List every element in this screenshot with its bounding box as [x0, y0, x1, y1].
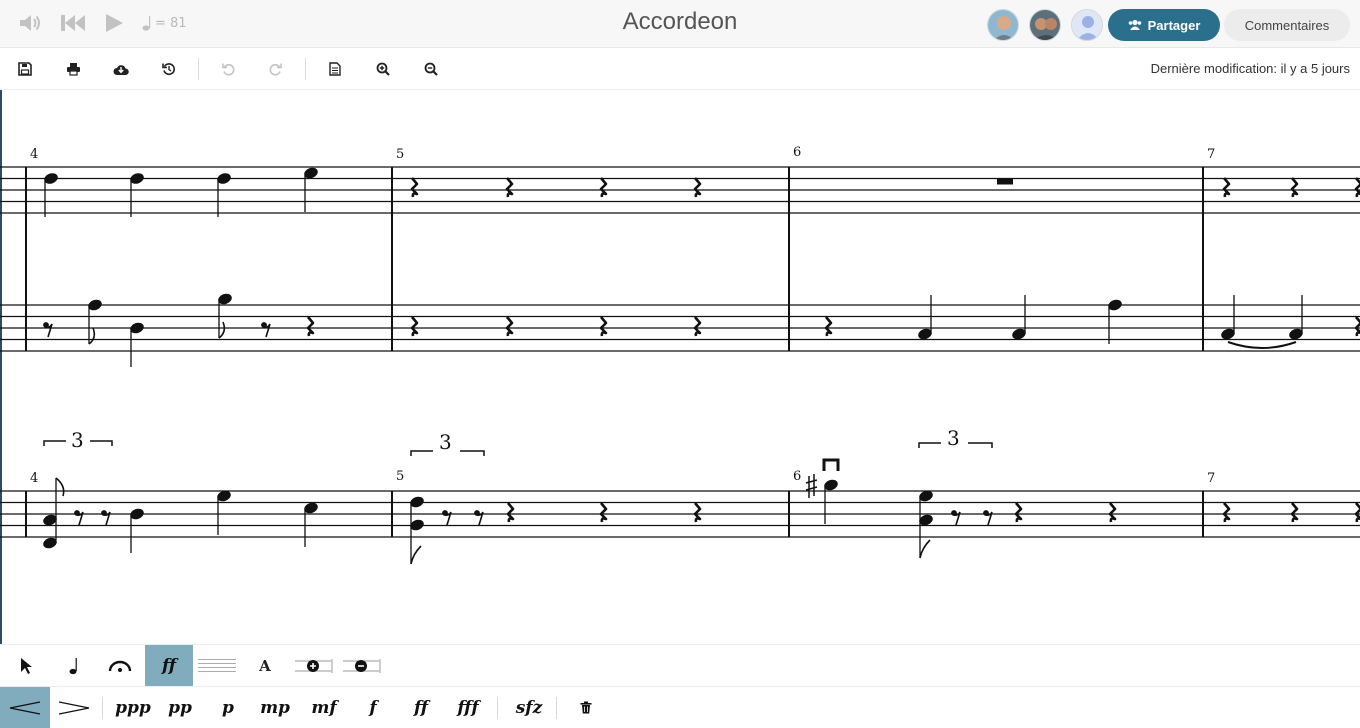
palette-divider	[497, 697, 498, 719]
dynamic-ff[interactable]: ff	[401, 687, 441, 728]
crescendo-icon[interactable]	[0, 687, 50, 728]
trash-icon[interactable]	[572, 687, 600, 728]
last-modified-status: Dernière modification: il y a 5 jours	[1150, 61, 1350, 76]
fermata-icon[interactable]	[102, 645, 138, 687]
playback-controls: = 81	[18, 12, 187, 34]
text-tool-label: A	[259, 657, 271, 675]
dynamic-mf[interactable]: mf	[304, 687, 344, 728]
users-icon	[1128, 19, 1141, 30]
staff-lines	[0, 490, 1360, 538]
dynamic-sfz[interactable]: sfz	[508, 687, 550, 728]
measure-number: 6	[793, 469, 801, 484]
rewind-icon[interactable]	[60, 12, 86, 34]
comments-button[interactable]: Commentaires	[1224, 9, 1350, 41]
palette-divider	[102, 697, 103, 719]
dynamics-palette: ppp pp p mp mf f ff fff sfz	[0, 686, 1360, 728]
tool-palette: ff A	[0, 644, 1360, 687]
measure-number: 6	[793, 145, 801, 160]
toolbar-divider	[305, 58, 306, 80]
whole-rest	[997, 178, 1013, 185]
dynamic-p[interactable]: p	[210, 687, 246, 728]
top-bar: = 81 Accordeon Partager Commentaires	[0, 0, 1360, 48]
page-icon[interactable]	[326, 60, 344, 78]
add-staff-icon[interactable]	[292, 645, 334, 687]
avatar[interactable]	[1071, 9, 1103, 41]
palette-divider	[556, 697, 557, 719]
rests-m5-lower	[410, 315, 702, 338]
notes-m6-lower	[824, 295, 1122, 344]
avatar[interactable]	[1029, 9, 1061, 41]
dynamics-tool-label: ff	[161, 656, 177, 676]
note-icon[interactable]	[56, 645, 92, 687]
save-icon[interactable]	[16, 60, 34, 78]
tempo-label: = 81	[155, 15, 187, 31]
volume-icon[interactable]	[18, 12, 42, 34]
collaborator-avatars	[987, 9, 1103, 41]
avatar[interactable]	[987, 9, 1019, 41]
rests-m7-upper	[1222, 176, 1360, 199]
zoom-out-icon[interactable]	[422, 60, 440, 78]
score-canvas[interactable]: 4 5 6 7 4 5 6 7 3 3 3	[0, 90, 1360, 644]
measure-number: 5	[396, 469, 404, 484]
barlines	[25, 167, 1204, 351]
system-1: 4 5 6 7	[0, 145, 1360, 367]
decrescendo-icon[interactable]	[54, 687, 94, 728]
select-icon[interactable]	[8, 645, 44, 687]
tuplet-number: 3	[947, 426, 960, 450]
tempo-indicator[interactable]: = 81	[142, 14, 187, 32]
staff-lines-icon[interactable]	[197, 645, 237, 687]
dynamic-fff[interactable]: fff	[447, 687, 489, 728]
dynamic-ppp[interactable]: ppp	[112, 687, 154, 728]
tuplet-number: 3	[439, 430, 452, 454]
print-icon[interactable]	[64, 60, 82, 78]
comments-label: Commentaires	[1244, 17, 1330, 33]
cloud-download-icon[interactable]	[112, 60, 130, 78]
measure-number: 7	[1207, 147, 1215, 162]
dynamic-mp[interactable]: mp	[255, 687, 295, 728]
play-icon[interactable]	[104, 12, 124, 34]
measure-number: 4	[30, 471, 38, 486]
rests-m5-upper	[410, 176, 702, 199]
dynamic-pp[interactable]: pp	[160, 687, 200, 728]
staff-lines	[0, 166, 1360, 352]
text-icon[interactable]: A	[248, 645, 282, 687]
editor-toolbar: Dernière modification: il y a 5 jours	[0, 48, 1360, 90]
notes-m4-lower	[42, 293, 315, 367]
dynamics-icon[interactable]: ff	[145, 645, 193, 687]
notes-m4-upper	[44, 167, 318, 217]
share-label: Partager	[1147, 17, 1201, 33]
tuplet-brackets	[43, 440, 993, 456]
measure-number: 4	[30, 147, 38, 162]
undo-icon[interactable]	[219, 60, 237, 78]
measure-number: 7	[1207, 471, 1215, 486]
share-button[interactable]: Partager	[1108, 9, 1220, 41]
quarter-note-icon	[142, 16, 151, 31]
remove-staff-icon[interactable]	[340, 645, 382, 687]
toolbar-divider	[198, 58, 199, 80]
notes-m4-system2	[43, 477, 318, 553]
dynamic-f[interactable]: f	[355, 687, 391, 728]
notes-m6-system2	[805, 458, 1117, 559]
measure-number: 5	[396, 147, 404, 162]
zoom-in-icon[interactable]	[374, 60, 392, 78]
history-icon[interactable]	[160, 60, 178, 78]
notes-m5-system2	[410, 496, 702, 565]
redo-icon[interactable]	[267, 60, 285, 78]
tuplet-number: 3	[71, 428, 84, 452]
rests-m7-system2	[1222, 501, 1360, 524]
system-2: 4 5 6 7 3 3 3	[0, 426, 1360, 565]
